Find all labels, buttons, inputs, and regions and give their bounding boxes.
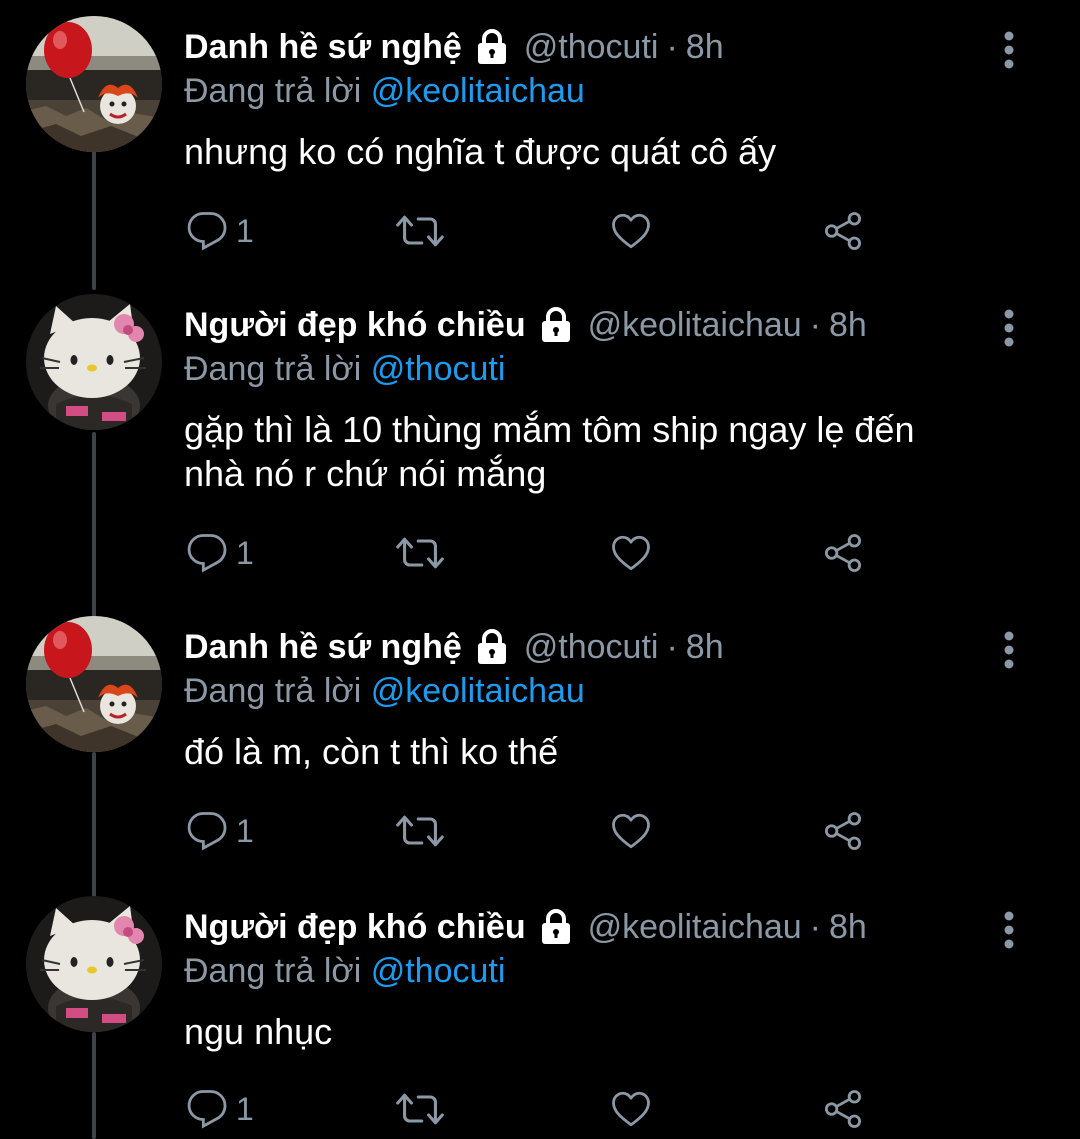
replying-to-label: Đang trả lời bbox=[184, 952, 362, 990]
avatar[interactable] bbox=[26, 616, 162, 752]
share-icon bbox=[824, 812, 862, 850]
more-options-icon[interactable] bbox=[994, 630, 1024, 670]
reply-button[interactable]: 1 bbox=[186, 806, 254, 856]
share-button[interactable] bbox=[822, 806, 864, 856]
reply-icon bbox=[187, 812, 227, 851]
lock-icon bbox=[541, 909, 570, 944]
share-icon bbox=[824, 212, 862, 250]
avatar[interactable] bbox=[26, 16, 162, 152]
tweet-text: nhưng ko có nghĩa t được quát cô ấy bbox=[184, 131, 777, 172]
retweet-icon bbox=[396, 537, 444, 569]
replying-to-line: Đang trả lời @thocuti bbox=[184, 952, 505, 991]
tweet-text: ngu nhục bbox=[184, 1011, 333, 1052]
like-button[interactable] bbox=[610, 206, 652, 256]
retweet-icon bbox=[396, 815, 444, 847]
retweet-button[interactable] bbox=[396, 206, 444, 256]
reply-count: 1 bbox=[236, 1090, 254, 1127]
lock-icon bbox=[541, 307, 570, 342]
replying-to-handle[interactable]: @thocuti bbox=[371, 350, 506, 388]
tweet-text: gặp thì là 10 thùng mắm tôm ship ngay lẹ… bbox=[184, 409, 915, 494]
more-options-icon[interactable] bbox=[994, 30, 1024, 70]
reply-count: 1 bbox=[236, 812, 254, 849]
timestamp[interactable]: 8h bbox=[829, 306, 867, 345]
handle[interactable]: @thocuti bbox=[524, 28, 659, 67]
display-name[interactable]: Danh hề sứ nghệ bbox=[184, 628, 462, 667]
reply-icon bbox=[187, 212, 227, 251]
display-name[interactable]: Người đẹp khó chiều bbox=[184, 908, 526, 947]
hello-kitty-avatar bbox=[26, 896, 162, 1032]
retweet-icon bbox=[396, 1093, 444, 1125]
tweet-actions: 1 bbox=[0, 1084, 1080, 1134]
share-button[interactable] bbox=[822, 206, 864, 256]
display-name[interactable]: Người đẹp khó chiều bbox=[184, 306, 526, 345]
like-icon bbox=[612, 1091, 650, 1127]
replying-to-line: Đang trả lời @keolitaichau bbox=[184, 72, 585, 111]
handle[interactable]: @keolitaichau bbox=[588, 908, 802, 947]
replying-to-handle[interactable]: @keolitaichau bbox=[371, 72, 585, 110]
replying-to-label: Đang trả lời bbox=[184, 350, 362, 388]
reply-button[interactable]: 1 bbox=[186, 528, 254, 578]
avatar[interactable] bbox=[26, 896, 162, 1032]
replying-to-line: Đang trả lời @keolitaichau bbox=[184, 672, 585, 711]
replying-to-label: Đang trả lời bbox=[184, 672, 362, 710]
timestamp[interactable]: 8h bbox=[829, 908, 867, 947]
separator-dot: · bbox=[666, 627, 678, 666]
like-button[interactable] bbox=[610, 528, 652, 578]
tweet[interactable]: Người đẹp khó chiều @keolitaichau · 8h Đ… bbox=[0, 902, 1080, 1139]
reply-count: 1 bbox=[236, 212, 254, 249]
timestamp[interactable]: 8h bbox=[686, 628, 724, 667]
tweet-header: Danh hề sứ nghệ @thocuti · 8h bbox=[184, 22, 724, 72]
separator-dot: · bbox=[666, 27, 678, 66]
replying-to-handle[interactable]: @thocuti bbox=[371, 952, 506, 990]
timestamp[interactable]: 8h bbox=[686, 28, 724, 67]
tweet[interactable]: Danh hề sứ nghệ @thocuti · 8h Đang trả l… bbox=[0, 22, 1080, 282]
retweet-button[interactable] bbox=[396, 528, 444, 578]
more-options-icon[interactable] bbox=[994, 910, 1024, 950]
tweet-actions: 1 bbox=[0, 206, 1080, 256]
like-icon bbox=[612, 813, 650, 849]
balloon-clown-avatar bbox=[26, 16, 162, 152]
share-icon bbox=[824, 534, 862, 572]
tweet-header: Người đẹp khó chiều @keolitaichau · 8h bbox=[184, 902, 867, 952]
retweet-button[interactable] bbox=[396, 1084, 444, 1134]
tweet-header: Danh hề sứ nghệ @thocuti · 8h bbox=[184, 622, 724, 672]
reply-button[interactable]: 1 bbox=[186, 206, 254, 256]
handle[interactable]: @thocuti bbox=[524, 628, 659, 667]
reply-count: 1 bbox=[236, 534, 254, 571]
retweet-icon bbox=[396, 215, 444, 247]
replying-to-label: Đang trả lời bbox=[184, 72, 362, 110]
replying-to-line: Đang trả lời @thocuti bbox=[184, 350, 505, 389]
separator-dot: · bbox=[809, 907, 821, 946]
lock-icon bbox=[477, 29, 506, 64]
balloon-clown-avatar bbox=[26, 616, 162, 752]
lock-icon bbox=[477, 629, 506, 664]
more-options-icon[interactable] bbox=[994, 308, 1024, 348]
share-icon bbox=[824, 1090, 862, 1128]
hello-kitty-avatar bbox=[26, 294, 162, 430]
like-button[interactable] bbox=[610, 806, 652, 856]
like-icon bbox=[612, 213, 650, 249]
tweet-actions: 1 bbox=[0, 806, 1080, 856]
avatar[interactable] bbox=[26, 294, 162, 430]
reply-button[interactable]: 1 bbox=[186, 1084, 254, 1134]
tweet[interactable]: Người đẹp khó chiều @keolitaichau · 8h Đ… bbox=[0, 300, 1080, 600]
tweet-text: đó là m, còn t thì ko thế bbox=[184, 731, 559, 772]
share-button[interactable] bbox=[822, 528, 864, 578]
share-button[interactable] bbox=[822, 1084, 864, 1134]
tweet-header: Người đẹp khó chiều @keolitaichau · 8h bbox=[184, 300, 867, 350]
replying-to-handle[interactable]: @keolitaichau bbox=[371, 672, 585, 710]
reply-icon bbox=[187, 534, 227, 573]
display-name[interactable]: Danh hề sứ nghệ bbox=[184, 28, 462, 67]
tweet-actions: 1 bbox=[0, 528, 1080, 578]
reply-icon bbox=[187, 1090, 227, 1129]
retweet-button[interactable] bbox=[396, 806, 444, 856]
tweet[interactable]: Danh hề sứ nghệ @thocuti · 8h Đang trả l… bbox=[0, 622, 1080, 882]
handle[interactable]: @keolitaichau bbox=[588, 306, 802, 345]
like-button[interactable] bbox=[610, 1084, 652, 1134]
separator-dot: · bbox=[809, 305, 821, 344]
like-icon bbox=[612, 535, 650, 571]
